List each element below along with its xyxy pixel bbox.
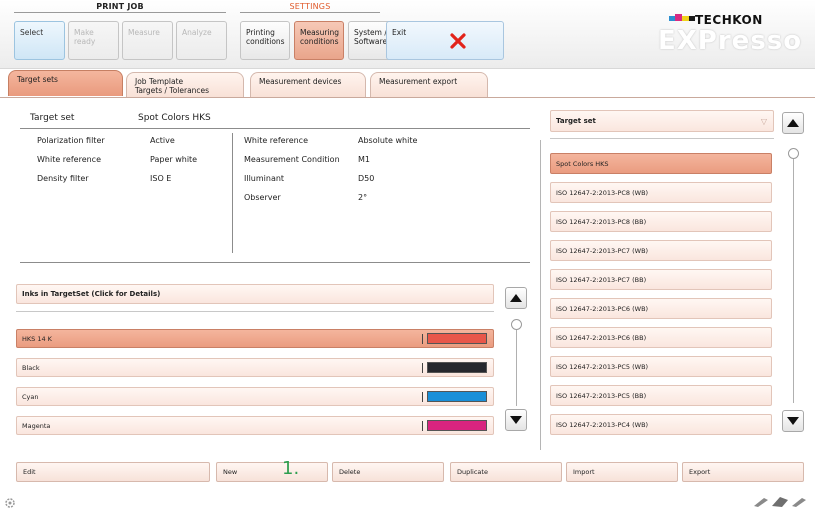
tab-bar-underline: [0, 97, 815, 98]
settings-button-1[interactable]: Measuring conditions: [294, 21, 344, 60]
brand-name: TECHKON: [695, 13, 763, 27]
target-set-value: Spot Colors HKS: [138, 113, 211, 123]
brand-color-blocks: [669, 14, 697, 22]
settings-group-title: SETTINGS: [289, 2, 331, 11]
target-set-item[interactable]: ISO 12647-2:2013-PC8 (BB): [550, 211, 772, 232]
ink-separator: [422, 334, 423, 344]
targets-scroll-track[interactable]: [793, 159, 794, 403]
ink-row[interactable]: Magenta: [16, 416, 494, 435]
prop-value: D50: [358, 174, 375, 183]
ink-color-swatch: [427, 420, 487, 431]
inks-scroll-track[interactable]: [516, 330, 517, 406]
product-logo: EXPresso: [658, 26, 803, 56]
prop-value: M1: [358, 155, 370, 164]
target-set-dropdown[interactable]: Target set ▽: [550, 110, 774, 132]
tab-measurement-export[interactable]: Measurement export: [370, 72, 488, 98]
duplicate-button[interactable]: Duplicate: [450, 462, 562, 482]
targets-scroll-knob[interactable]: [788, 148, 799, 159]
target-set-item[interactable]: ISO 12647-2:2013-PC7 (BB): [550, 269, 772, 290]
ink-row[interactable]: HKS 14 K: [16, 329, 494, 348]
targets-scroll-down-button[interactable]: [782, 410, 804, 432]
target-set-divider: [20, 128, 530, 129]
prop-label: White reference: [37, 155, 102, 164]
import-button[interactable]: Import: [566, 462, 678, 482]
ink-color-swatch: [427, 362, 487, 373]
prop-value: Absolute white: [358, 136, 418, 145]
ink-row[interactable]: Cyan: [16, 387, 494, 406]
print-job-button-make-ready[interactable]: Make ready: [68, 21, 119, 60]
print-job-group-divider: [14, 12, 226, 13]
target-set-label: Target set: [30, 113, 75, 123]
arrow-up-icon: [510, 294, 522, 302]
settings-button-0[interactable]: Printing conditions: [240, 21, 290, 60]
props-bottom-divider: [20, 262, 530, 263]
print-job-button-measure[interactable]: Measure: [122, 21, 173, 60]
prop-value: 2°: [358, 193, 368, 202]
edit-button[interactable]: Edit: [16, 462, 210, 482]
arrow-down-icon: [787, 417, 799, 425]
prop-label: Observer: [244, 193, 281, 202]
prop-label: Polarization filter: [37, 136, 105, 145]
targets-scroll-up-button[interactable]: [782, 112, 804, 134]
tab-job-template[interactable]: Job Template Targets / Tolerances: [126, 72, 244, 98]
ink-separator: [422, 363, 423, 373]
target-set-item[interactable]: ISO 12647-2:2013-PC7 (WB): [550, 240, 772, 261]
dropdown-divider: [550, 138, 774, 139]
target-set-item[interactable]: ISO 12647-2:2013-PC6 (WB): [550, 298, 772, 319]
target-set-item[interactable]: ISO 12647-2:2013-PC8 (WB): [550, 182, 772, 203]
ink-name: Magenta: [22, 422, 51, 430]
print-job-button-select[interactable]: Select: [14, 21, 65, 60]
target-set-dropdown-label: Target set: [556, 117, 596, 125]
device-icons: [754, 497, 806, 507]
target-set-item[interactable]: Spot Colors HKS: [550, 153, 772, 174]
prop-label: Measurement Condition: [244, 155, 340, 164]
prop-value: ISO E: [150, 174, 172, 183]
close-x-icon: [450, 33, 466, 49]
exit-button[interactable]: Exit: [386, 21, 504, 60]
inks-header-divider: [16, 311, 494, 312]
tab-measurement-devices[interactable]: Measurement devices: [250, 72, 366, 98]
callout-number: 1.: [282, 458, 300, 479]
arrow-up-icon: [787, 119, 799, 127]
prop-label: White reference: [244, 136, 309, 145]
tab-target-sets[interactable]: Target sets: [8, 70, 123, 96]
ink-row[interactable]: Black: [16, 358, 494, 377]
target-set-item[interactable]: ISO 12647-2:2013-PC5 (BB): [550, 385, 772, 406]
prop-label: Density filter: [37, 174, 89, 183]
inks-scroll-down-button[interactable]: [505, 409, 527, 431]
inks-scroll-up-button[interactable]: [505, 287, 527, 309]
target-set-item[interactable]: ISO 12647-2:2013-PC4 (WB): [550, 414, 772, 435]
prop-label: Illuminant: [244, 174, 285, 183]
ink-name: Cyan: [22, 393, 39, 401]
ink-separator: [422, 392, 423, 402]
ink-separator: [422, 421, 423, 431]
new-button[interactable]: New: [216, 462, 328, 482]
ink-color-swatch: [427, 333, 487, 344]
chevron-down-icon: ▽: [760, 117, 767, 126]
props-column-divider: [232, 133, 233, 253]
prop-value: Paper white: [150, 155, 198, 164]
settings-gear-icon[interactable]: [4, 497, 16, 509]
arrow-down-icon: [510, 416, 522, 424]
print-job-group-title: PRINT JOB: [96, 2, 144, 11]
settings-group-divider: [240, 12, 380, 13]
ink-name: HKS 14 K: [22, 335, 52, 343]
prop-value: Active: [150, 136, 175, 145]
right-panel-divider: [540, 140, 541, 450]
ink-color-swatch: [427, 391, 487, 402]
inks-header[interactable]: Inks in TargetSet (Click for Details): [16, 284, 494, 304]
export-button[interactable]: Export: [682, 462, 804, 482]
inks-scroll-knob[interactable]: [511, 319, 522, 330]
delete-button[interactable]: Delete: [332, 462, 444, 482]
exit-label: Exit: [392, 28, 407, 37]
target-set-item[interactable]: ISO 12647-2:2013-PC5 (WB): [550, 356, 772, 377]
target-set-item[interactable]: ISO 12647-2:2013-PC6 (BB): [550, 327, 772, 348]
print-job-button-analyze[interactable]: Analyze: [176, 21, 227, 60]
ink-name: Black: [22, 364, 40, 372]
